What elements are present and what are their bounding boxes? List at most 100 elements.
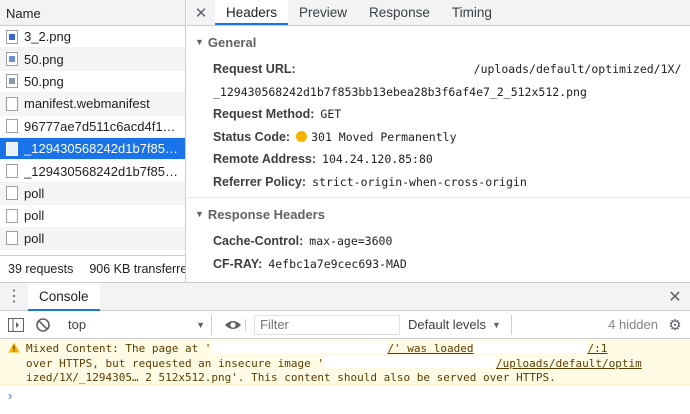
image-file-icon: [6, 52, 18, 67]
request-row[interactable]: poll: [0, 205, 185, 228]
header-value: strict-origin-when-cross-origin: [312, 174, 527, 189]
warning-text: ized/1X/_1294305… 2 512x512.png'. This c…: [26, 371, 556, 384]
status-dot-icon: [296, 131, 308, 143]
document-file-icon: [6, 164, 18, 179]
section-title: Response Headers: [207, 206, 325, 222]
general-section-header[interactable]: ▼ General: [195, 26, 690, 58]
document-file-icon: [6, 119, 18, 134]
context-value: top: [68, 317, 87, 332]
image-file-icon: [6, 74, 18, 89]
context-selector[interactable]: top ▼: [60, 314, 212, 335]
request-row[interactable]: 96777ae7d511c6acd4f1…: [0, 116, 185, 138]
tab-response[interactable]: Response: [358, 0, 441, 25]
header-key: Request Method:: [213, 107, 315, 122]
cache-control-row: Cache-Control: max-age=3600: [195, 230, 690, 253]
more-options-icon[interactable]: ⋮: [0, 288, 28, 304]
request-name: poll: [24, 208, 45, 224]
console-drawer: ⋮ Console ✕ top ▼ Default levels ▼: [0, 282, 690, 414]
request-count: 39 requests: [8, 262, 74, 276]
section-title: General: [207, 34, 257, 50]
request-name: 50.png: [24, 51, 64, 67]
general-section: ▼ General Request URL: /uploads/default/…: [187, 26, 690, 193]
request-row[interactable]: manifest.webmanifest: [0, 93, 185, 116]
request-url-row-continued: _129430568242d1b7f853bb13ebea28b3f6af4e7…: [195, 81, 690, 104]
close-drawer-icon[interactable]: ✕: [660, 287, 690, 307]
request-method-row: Request Method: GET: [195, 103, 690, 126]
document-file-icon: [6, 141, 18, 156]
live-expression-eye-icon[interactable]: [220, 318, 246, 331]
caret-down-icon: ▼: [492, 319, 501, 330]
hidden-count: 4 hidden: [608, 317, 658, 332]
tab-timing[interactable]: Timing: [441, 0, 503, 25]
image-file-icon: [6, 29, 18, 44]
header-value: 104.24.120.85:80: [322, 152, 433, 167]
header-value: _129430568242d1b7f853bb13ebea28b3f6af4e7…: [213, 84, 587, 99]
request-name: poll: [24, 185, 45, 201]
response-headers-section-header[interactable]: ▼ Response Headers: [195, 198, 690, 230]
warning-line-1: Mixed Content: The page at ' /' was loade…: [26, 341, 684, 356]
tab-headers[interactable]: Headers: [215, 0, 289, 25]
filter-input[interactable]: [254, 314, 400, 335]
header-key: CF-RAY:: [213, 256, 263, 271]
name-column-header[interactable]: Name: [0, 0, 185, 26]
warning-text: over HTTPS, but requested an insecure im…: [26, 357, 325, 370]
request-list-panel: Name 3_2.png 50.png 50.png manifest.webm…: [0, 0, 186, 282]
request-row-selected[interactable]: _129430568242d1b7f85…: [0, 137, 185, 161]
triangle-down-icon: ▼: [195, 37, 204, 47]
request-row[interactable]: 3_2.png: [0, 26, 185, 49]
close-icon[interactable]: ✕: [187, 0, 215, 25]
request-name: manifest.webmanifest: [24, 96, 150, 112]
header-value: max-age=3600: [309, 234, 393, 249]
source-location-link[interactable]: /:1: [588, 342, 608, 355]
log-levels-dropdown[interactable]: Default levels ▼: [408, 314, 512, 335]
warning-line-3: ized/1X/_1294305… 2 512x512.png'. This c…: [26, 371, 684, 385]
clear-console-icon[interactable]: [32, 314, 54, 336]
document-file-icon: [6, 96, 18, 111]
request-url-row: Request URL: /uploads/default/optimized/…: [195, 58, 690, 81]
remote-address-row: Remote Address: 104.24.120.85:80: [195, 148, 690, 171]
page-url-link[interactable]: /' was loaded: [387, 342, 473, 355]
request-name: _129430568242d1b7f85…: [24, 141, 178, 157]
header-key: Status Code:: [213, 129, 291, 144]
levels-label: Default levels: [408, 317, 487, 332]
response-headers-section: ▼ Response Headers Cache-Control: max-ag…: [187, 198, 690, 275]
sidebar-toggle-icon[interactable]: [5, 314, 27, 336]
detail-tabs: ✕ Headers Preview Response Timing: [187, 0, 690, 26]
drawer-tabs: ⋮ Console ✕: [0, 282, 690, 311]
header-value: /uploads/default/optimized/1X/: [473, 62, 682, 77]
request-row[interactable]: 50.png: [0, 71, 185, 94]
request-name: _129430568242d1b7f85…: [24, 163, 178, 179]
request-name: 3_2.png: [24, 29, 71, 45]
header-key: Cache-Control:: [213, 234, 304, 249]
header-key: Remote Address:: [213, 152, 317, 167]
caret-down-icon: ▼: [196, 319, 205, 330]
request-name: 50.png: [24, 73, 64, 89]
request-name: poll: [24, 230, 45, 246]
request-row[interactable]: 50.png: [0, 48, 185, 71]
console-prompt[interactable]: ›: [0, 385, 690, 405]
referrer-policy-row: Referrer Policy: strict-origin-when-cros…: [195, 171, 690, 194]
request-detail-panel: ✕ Headers Preview Response Timing ▼ Gene…: [187, 0, 690, 282]
header-key: Referrer Policy:: [213, 174, 307, 189]
header-key: Request URL:: [213, 62, 296, 77]
document-file-icon: [6, 231, 18, 246]
document-file-icon: [6, 208, 18, 223]
request-row[interactable]: poll: [0, 227, 185, 250]
warning-icon: [8, 342, 20, 353]
cf-ray-row: CF-RAY: 4efbc1a7e9cec693-MAD: [195, 253, 690, 276]
tab-console[interactable]: Console: [28, 282, 100, 311]
warning-line-2: over HTTPS, but requested an insecure im…: [26, 356, 684, 371]
network-summary-bar: 39 requests 906 KB transferred: [0, 255, 186, 282]
request-row[interactable]: _129430568242d1b7f85…: [0, 160, 185, 183]
request-row[interactable]: poll: [0, 182, 185, 206]
gear-icon[interactable]: ⚙: [664, 316, 686, 334]
document-file-icon: [6, 186, 18, 201]
prompt-chevron-icon: ›: [8, 387, 13, 403]
status-code-row: Status Code: 301 Moved Permanently: [195, 126, 690, 149]
image-url-link[interactable]: /uploads/default/optim: [496, 357, 642, 370]
request-name: 96777ae7d511c6acd4f1…: [24, 118, 176, 134]
console-toolbar: top ▼ Default levels ▼ 4 hidden ⚙: [0, 311, 690, 339]
transferred-size: 906 KB transferred: [89, 262, 186, 276]
tab-preview[interactable]: Preview: [288, 0, 358, 25]
triangle-down-icon: ▼: [195, 209, 204, 219]
